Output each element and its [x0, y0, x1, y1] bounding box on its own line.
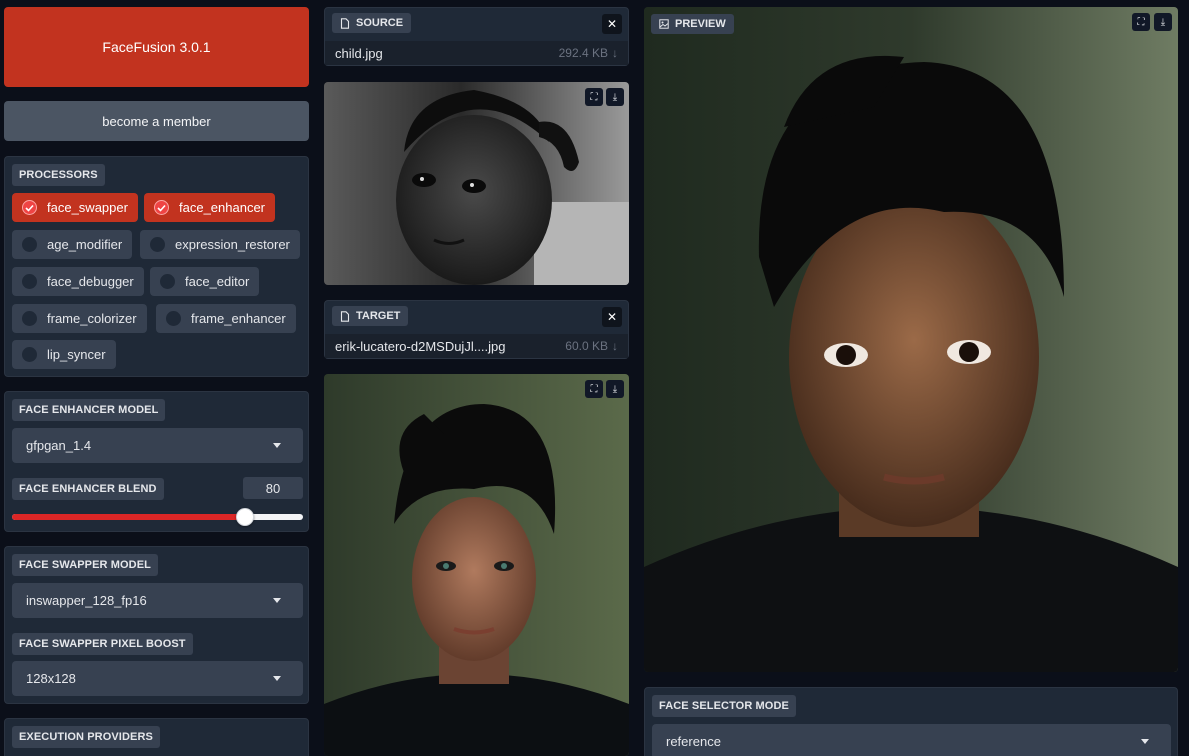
chevron-down-icon — [273, 676, 281, 681]
source-close-icon[interactable]: ✕ — [602, 14, 622, 34]
face-selector-mode-label: FACE SELECTOR MODE — [652, 695, 796, 717]
processors-label: PROCESSORS — [12, 164, 105, 186]
processor-label: lip_syncer — [47, 347, 106, 362]
select-value: reference — [666, 734, 721, 749]
processor-face-enhancer[interactable]: face_enhancer — [144, 193, 276, 222]
slider-thumb[interactable] — [235, 508, 254, 526]
source-file-name: child.jpg — [335, 45, 383, 61]
processor-label: face_enhancer — [179, 200, 266, 215]
become-member-button[interactable]: become a member — [4, 101, 309, 141]
face-swapper-pixel-boost-label: FACE SWAPPER PIXEL BOOST — [12, 633, 193, 655]
source-file-size: 292.4 KB — [558, 46, 608, 60]
face-enhancer-blend-slider[interactable] — [12, 514, 303, 520]
processor-face-swapper[interactable]: face_swapper — [12, 193, 138, 222]
radio-icon — [22, 347, 37, 362]
file-icon — [340, 17, 350, 29]
target-photo — [324, 374, 629, 756]
radio-icon — [150, 237, 165, 252]
processor-label: frame_colorizer — [47, 311, 137, 326]
preview-photo — [644, 7, 1178, 672]
download-arrow-icon[interactable]: ↓ — [612, 339, 618, 353]
radio-icon — [166, 311, 181, 326]
processor-label: face_editor — [185, 274, 250, 289]
processor-frame-colorizer[interactable]: frame_colorizer — [12, 304, 147, 333]
select-value: inswapper_128_fp16 — [26, 593, 147, 608]
radio-icon — [22, 274, 37, 289]
target-file-size: 60.0 KB — [565, 339, 608, 353]
download-icon[interactable]: ⤓ — [606, 380, 624, 398]
preview-label: PREVIEW — [675, 18, 726, 30]
processor-face-debugger[interactable]: face_debugger — [12, 267, 144, 296]
face-swapper-panel: FACE SWAPPER MODEL inswapper_128_fp16 FA… — [4, 546, 309, 704]
execution-providers-label: EXECUTION PROVIDERS — [12, 726, 160, 748]
file-icon — [340, 310, 350, 322]
download-arrow-icon[interactable]: ↓ — [612, 46, 618, 60]
face-selector-mode-select[interactable]: reference — [652, 724, 1171, 756]
face-enhancer-model-select[interactable]: gfpgan_1.4 — [12, 428, 303, 463]
source-label: SOURCE — [356, 17, 404, 29]
processor-label: frame_enhancer — [191, 311, 286, 326]
target-label: TARGET — [356, 310, 401, 322]
fullscreen-icon[interactable]: ⛶ — [1132, 13, 1150, 31]
face-swapper-pixel-boost-select[interactable]: 128x128 — [12, 661, 303, 696]
processor-frame-enhancer[interactable]: frame_enhancer — [156, 304, 296, 333]
select-value: 128x128 — [26, 671, 76, 686]
source-image: ⛶ ⤓ — [324, 82, 629, 285]
download-icon[interactable]: ⤓ — [1154, 13, 1172, 31]
chevron-down-icon — [1141, 739, 1149, 744]
face-swapper-model-label: FACE SWAPPER MODEL — [12, 554, 158, 576]
execution-providers-panel: EXECUTION PROVIDERS — [4, 718, 309, 756]
preview-panel: PREVIEW ⛶ ⤓ — [644, 7, 1178, 672]
child-photo — [324, 82, 629, 285]
face-selector-panel: FACE SELECTOR MODE reference — [644, 687, 1178, 756]
radio-icon — [160, 274, 175, 289]
face-enhancer-blend-input[interactable]: 80 — [243, 477, 303, 499]
fullscreen-icon[interactable]: ⛶ — [585, 380, 603, 398]
target-label-chip: TARGET — [332, 306, 409, 326]
processor-lip-syncer[interactable]: lip_syncer — [12, 340, 116, 369]
target-file-name: erik-lucatero-d2MSDujJl....jpg — [335, 338, 506, 354]
radio-icon — [22, 311, 37, 326]
processor-age-modifier[interactable]: age_modifier — [12, 230, 133, 259]
target-file-row[interactable]: erik-lucatero-d2MSDujJl....jpg 60.0 KB ↓ — [325, 334, 628, 358]
source-file-panel: SOURCE ✕ child.jpg 292.4 KB ↓ — [324, 7, 629, 66]
radio-icon — [22, 237, 37, 252]
processor-expression-restorer[interactable]: expression_restorer — [140, 230, 300, 259]
target-file-panel: TARGET ✕ erik-lucatero-d2MSDujJl....jpg … — [324, 300, 629, 359]
target-close-icon[interactable]: ✕ — [602, 307, 622, 327]
select-value: gfpgan_1.4 — [26, 438, 92, 453]
facefusion-title-button[interactable]: FaceFusion 3.0.1 — [4, 7, 309, 87]
processor-label: age_modifier — [47, 237, 123, 252]
face-enhancer-panel: FACE ENHANCER MODEL gfpgan_1.4 FACE ENHA… — [4, 391, 309, 532]
processor-face-editor[interactable]: face_editor — [150, 267, 260, 296]
processor-label: face_debugger — [47, 274, 134, 289]
processor-label: expression_restorer — [175, 237, 290, 252]
target-image: ⛶ ⤓ — [324, 374, 629, 756]
fullscreen-icon[interactable]: ⛶ — [585, 88, 603, 106]
check-icon — [154, 200, 169, 215]
preview-label-chip: PREVIEW — [651, 14, 734, 34]
chevron-down-icon — [273, 598, 281, 603]
slider-fill — [12, 514, 245, 520]
image-icon — [659, 19, 669, 29]
processors-panel: PROCESSORS face_swapper face_enhancer ag… — [4, 156, 309, 377]
chevron-down-icon — [273, 443, 281, 448]
processor-label: face_swapper — [47, 200, 128, 215]
face-enhancer-model-label: FACE ENHANCER MODEL — [12, 399, 166, 421]
check-icon — [22, 200, 37, 215]
source-label-chip: SOURCE — [332, 13, 412, 33]
face-enhancer-blend-label: FACE ENHANCER BLEND — [12, 478, 164, 500]
face-swapper-model-select[interactable]: inswapper_128_fp16 — [12, 583, 303, 618]
source-file-row[interactable]: child.jpg 292.4 KB ↓ — [325, 41, 628, 65]
download-icon[interactable]: ⤓ — [606, 88, 624, 106]
